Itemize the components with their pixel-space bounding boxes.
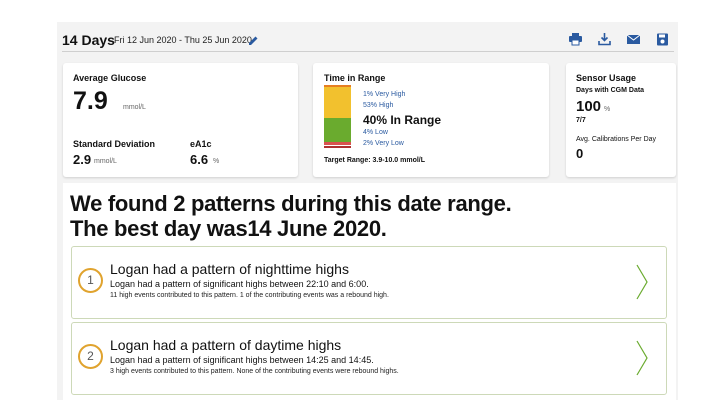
tir-high: 53% High (363, 102, 394, 109)
pattern-subtitle: Logan had a pattern of significant highs… (110, 279, 369, 289)
pattern-title: Logan had a pattern of daytime highs (110, 337, 342, 353)
calibrations-value: 0 (576, 146, 584, 161)
calibrations-label: Avg. Calibrations Per Day (576, 136, 657, 143)
sd-unit: mmol/L (94, 158, 117, 165)
sd-label: Standard Deviation (73, 139, 156, 149)
tir-very-high: 1% Very High (363, 91, 406, 98)
chevron-right-icon[interactable] (636, 264, 648, 300)
report-header: 14 Days Fri 12 Jun 2020 - Thu 25 Jun 202… (62, 30, 674, 52)
headline-line-1: We found 2 patterns during this date ran… (70, 191, 512, 216)
edit-icon[interactable] (248, 33, 259, 45)
a1c-unit: % (213, 158, 220, 165)
pattern-detail: 3 high events contributed to this patter… (110, 368, 399, 375)
sensor-title: Sensor Usage (576, 73, 637, 83)
patterns-headline: We found 2 patterns during this date ran… (70, 191, 512, 241)
tir-target-range: Target Range: 3.9-10.0 mmol/L (324, 157, 426, 164)
headline-line-2: The best day was14 June 2020. (70, 216, 387, 241)
tir-high-segment (324, 87, 351, 118)
tir-in-range-segment (324, 118, 351, 142)
glucose-card: Average Glucose 7.9 mmol/L Standard Devi… (63, 63, 298, 177)
sensor-usage-card: Sensor Usage Days with CGM Data 100 % 7/… (566, 63, 676, 177)
pattern-card-1[interactable]: 1 Logan had a pattern of nighttime highs… (71, 246, 667, 319)
mail-icon[interactable] (626, 33, 641, 46)
a1c-label: eA1c (190, 139, 212, 149)
pattern-subtitle: Logan had a pattern of significant highs… (110, 355, 374, 365)
cgm-days-unit: % (604, 106, 611, 113)
tir-in-range: 40% In Range (363, 113, 442, 127)
sd-value: 2.9 (73, 152, 92, 167)
patterns-section: We found 2 patterns during this date ran… (63, 183, 676, 400)
period-title: 14 Days (62, 32, 115, 48)
a1c-value: 6.6 (190, 152, 209, 167)
tir-bar (324, 85, 351, 151)
time-in-range-card: Time in Range 1% Very High 53% High 40% … (313, 63, 549, 177)
cgm-days-fraction: 7/7 (576, 117, 586, 124)
pattern-card-2[interactable]: 2 Logan had a pattern of daytime highs L… (71, 322, 667, 395)
pattern-detail: 11 high events contributed to this patte… (110, 292, 389, 299)
tir-title: Time in Range (324, 73, 386, 83)
avg-glucose-label: Average Glucose (73, 73, 147, 83)
cgm-days-label: Days with CGM Data (576, 87, 645, 94)
header-actions (568, 33, 670, 46)
pattern-title: Logan had a pattern of nighttime highs (110, 261, 349, 277)
avg-glucose-value: 7.9 (73, 87, 108, 115)
date-range: Fri 12 Jun 2020 - Thu 25 Jun 2020 (114, 35, 252, 45)
save-icon[interactable] (655, 33, 670, 46)
tir-low: 4% Low (363, 129, 388, 136)
tir-very-low: 2% Very Low (363, 140, 404, 147)
download-icon[interactable] (597, 33, 612, 46)
pattern-number-badge: 1 (78, 268, 103, 293)
cgm-days-value: 100 (576, 98, 602, 115)
tir-very-low-segment (324, 146, 351, 148)
pattern-number-badge: 2 (78, 344, 103, 369)
print-icon[interactable] (568, 33, 583, 46)
chevron-right-icon[interactable] (636, 340, 648, 376)
avg-glucose-unit: mmol/L (123, 104, 146, 111)
